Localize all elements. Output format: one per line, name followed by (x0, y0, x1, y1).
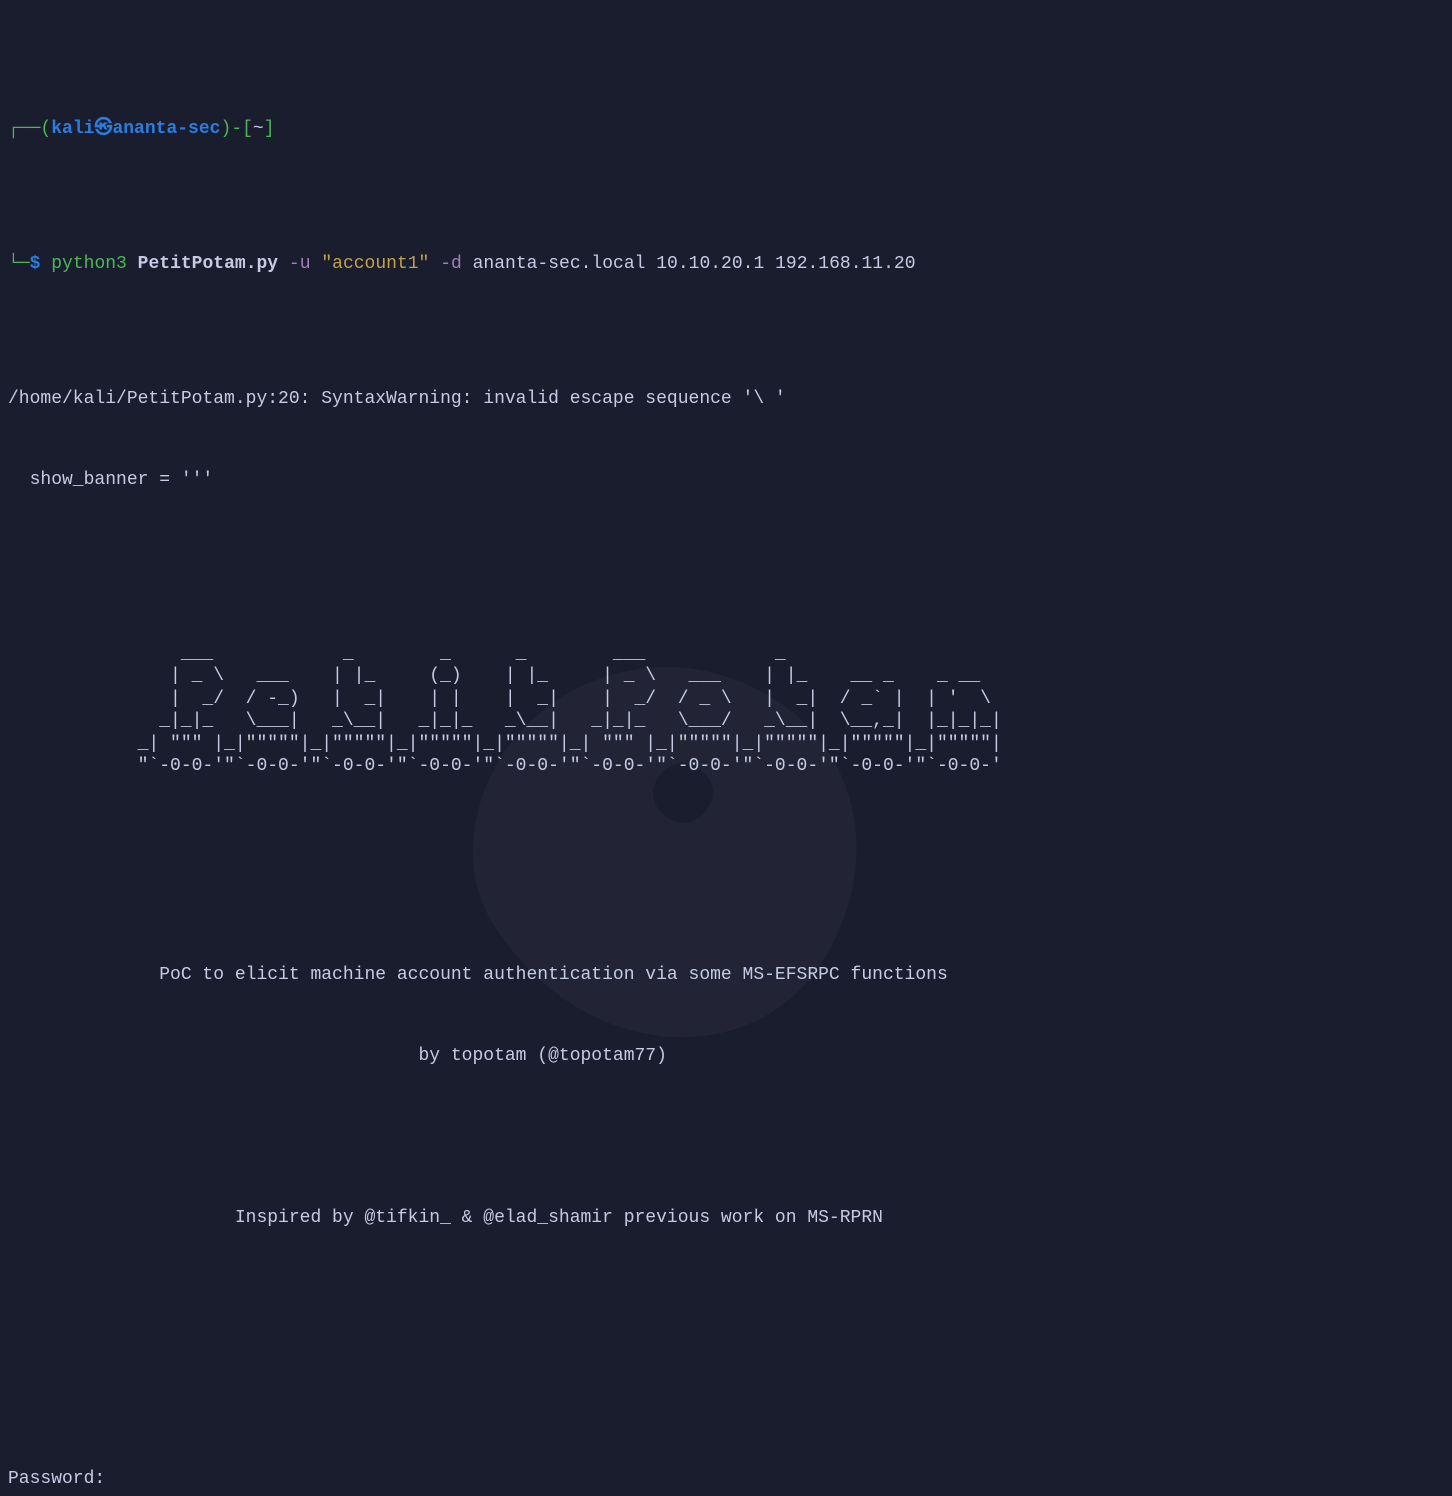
author-line: by topotam (@topotam77) (0, 1043, 1452, 1070)
poc-description: PoC to elicit machine account authentica… (0, 962, 1452, 989)
command-flag-u: -u (289, 254, 311, 274)
command-domain: ananta-sec.local (473, 254, 646, 274)
prompt-close: ] (264, 119, 275, 139)
command-interpreter: python3 (51, 254, 127, 274)
show-banner-line: show_banner = ''' (0, 467, 1452, 494)
prompt-host: ananta-sec (112, 119, 220, 139)
command-arg-u: "account1" (321, 254, 429, 274)
prompt-line-2[interactable]: └─$ python3 PetitPotam.py -u "account1" … (0, 251, 1452, 278)
prompt-skull-icon: ㉿ (94, 119, 112, 139)
prompt-corner-top: ┌── (8, 119, 40, 139)
command-flag-d: -d (440, 254, 462, 274)
inspired-line: Inspired by @tifkin_ & @elad_shamir prev… (0, 1205, 1452, 1232)
command-script: PetitPotam.py (138, 254, 278, 274)
command-ip2: 192.168.11.20 (775, 254, 915, 274)
password-prompt[interactable]: Password: (0, 1466, 1452, 1493)
prompt-rbracket: )-[ (220, 119, 252, 139)
prompt-line-1: ┌──(kali㉿ananta-sec)-[~] (0, 116, 1452, 143)
ascii-banner: ___ _ _ _ ___ _ | _ \ ___ | |_ (_) | |_ … (0, 620, 1452, 778)
syntax-warning-line: /home/kali/PetitPotam.py:20: SyntaxWarni… (0, 386, 1452, 413)
prompt-lparen: ( (40, 119, 51, 139)
prompt-corner-bot: └─ (8, 254, 30, 274)
prompt-cwd: ~ (253, 119, 264, 139)
prompt-user: kali (51, 119, 94, 139)
prompt-dollar: $ (30, 254, 41, 274)
blank-line (0, 1124, 1452, 1151)
command-ip1: 10.10.20.1 (656, 254, 764, 274)
terminal-output: ┌──(kali㉿ananta-sec)-[~] └─$ python3 Pet… (0, 8, 1452, 1496)
